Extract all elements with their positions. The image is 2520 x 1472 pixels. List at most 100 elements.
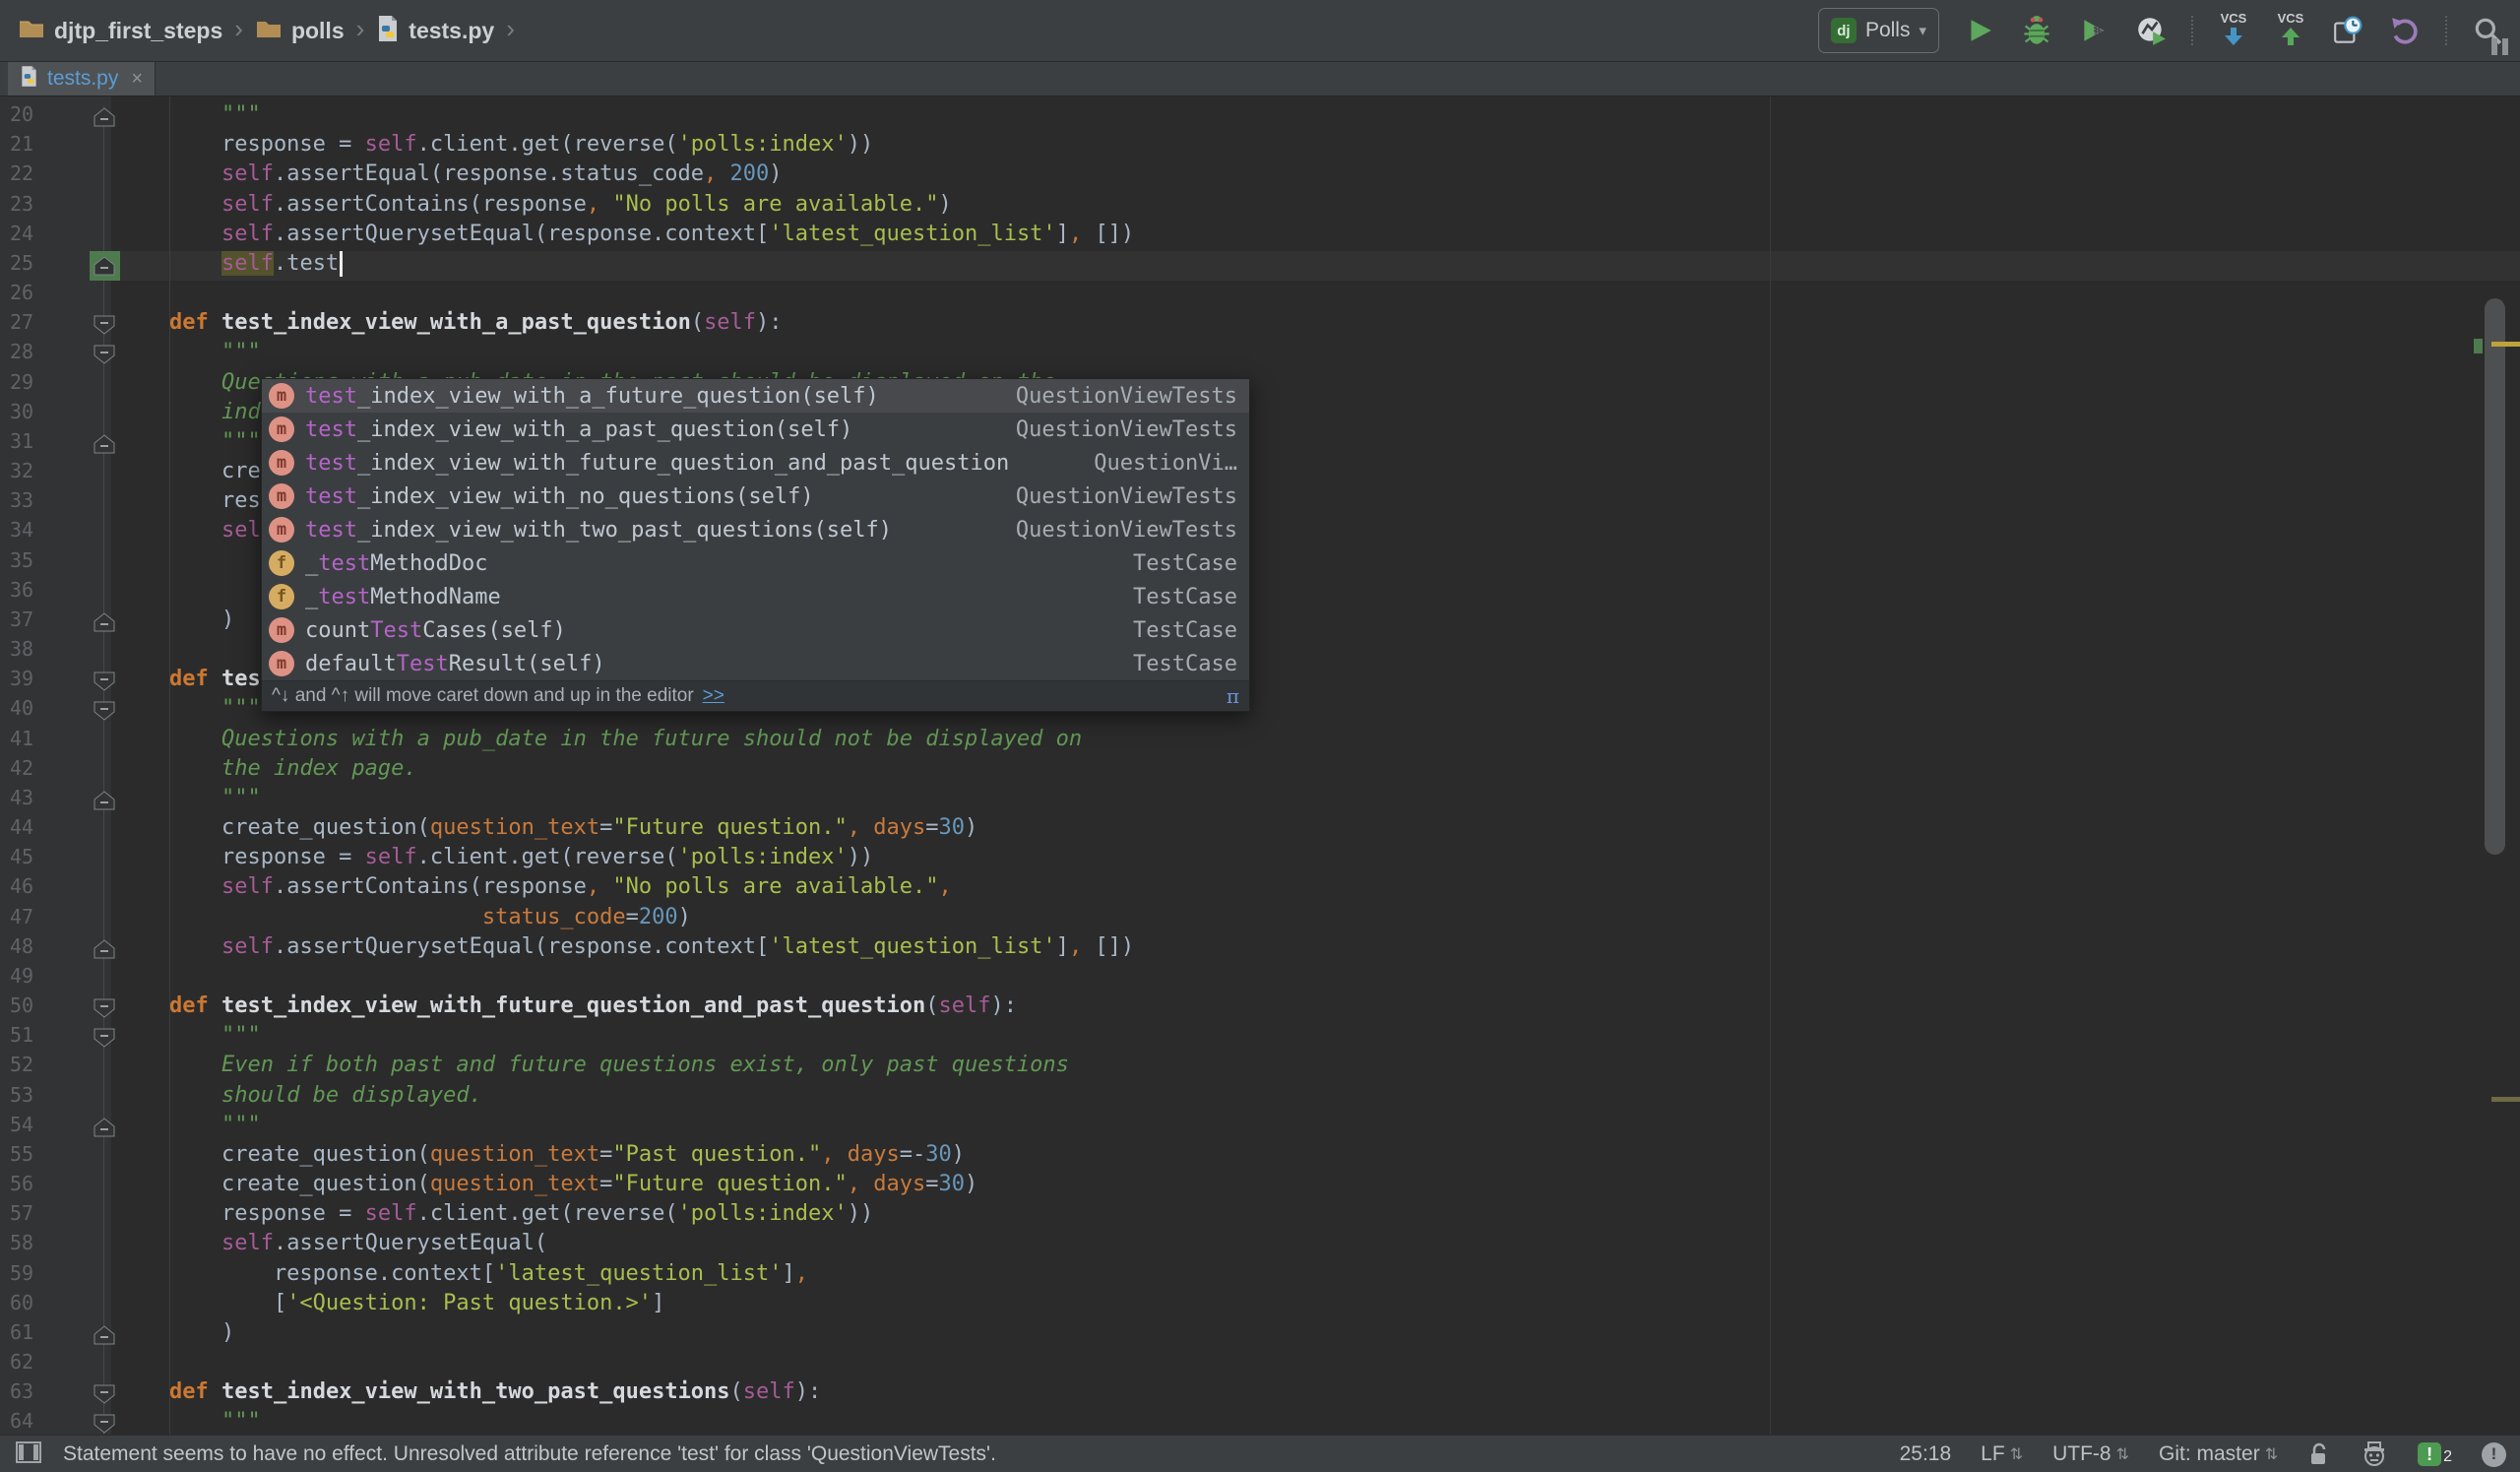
line-number[interactable]: 64: [10, 1409, 59, 1435]
line-number[interactable]: 22: [10, 161, 59, 191]
profiler-button[interactable]: [2134, 13, 2168, 48]
line-number[interactable]: 49: [10, 964, 59, 993]
debug-button[interactable]: [2020, 13, 2053, 48]
line-number[interactable]: 56: [10, 1172, 59, 1201]
event-log-icon[interactable]: !: [2482, 1441, 2506, 1467]
completion-item[interactable]: m test_index_view_with_a_past_question(se…: [262, 413, 1249, 446]
line-number[interactable]: 32: [10, 459, 59, 488]
line-number[interactable]: 23: [10, 192, 59, 222]
breadcrumb-project[interactable]: djtp_first_steps: [18, 17, 222, 45]
fold-marker[interactable]: [94, 107, 115, 127]
warning-stripe-mark[interactable]: [2491, 342, 2520, 347]
lock-icon[interactable]: [2307, 1441, 2331, 1467]
completion-item[interactable]: m test_index_view_with_future_question_an…: [262, 446, 1249, 480]
line-number[interactable]: 55: [10, 1142, 59, 1172]
run-button[interactable]: [1963, 13, 1996, 48]
line-number[interactable]: 43: [10, 786, 59, 815]
rollback-button[interactable]: [2388, 13, 2422, 48]
vcs-update-button[interactable]: VCS: [2217, 11, 2250, 48]
line-number[interactable]: 20: [10, 102, 59, 132]
line-number[interactable]: 52: [10, 1053, 59, 1082]
line-number[interactable]: 19: [10, 96, 59, 102]
line-number[interactable]: 61: [10, 1320, 59, 1350]
completion-more-link[interactable]: >>: [703, 685, 724, 707]
line-number[interactable]: 28: [10, 340, 59, 369]
git-branch-widget[interactable]: Git: master: [2159, 1442, 2278, 1466]
line-separator-widget[interactable]: LF: [1981, 1442, 2023, 1466]
fold-marker[interactable]: [94, 701, 115, 722]
line-number[interactable]: 46: [10, 874, 59, 904]
line-number[interactable]: 57: [10, 1201, 59, 1231]
completion-item[interactable]: m test_index_view_with_no_questions(self)…: [262, 480, 1249, 513]
line-number[interactable]: 31: [10, 429, 59, 459]
breadcrumb-file[interactable]: tests.py: [376, 15, 494, 47]
line-number[interactable]: 58: [10, 1231, 59, 1260]
error-stripe-toggle-icon[interactable]: [2491, 38, 2508, 55]
line-number[interactable]: 30: [10, 400, 59, 429]
line-number[interactable]: 50: [10, 993, 59, 1023]
completion-item[interactable]: m test_index_view_with_a_future_question(…: [262, 379, 1249, 413]
line-number[interactable]: 37: [10, 608, 59, 637]
line-number[interactable]: 62: [10, 1350, 59, 1379]
fold-marker[interactable]: [94, 672, 115, 691]
completion-item[interactable]: f _testMethodDoc TestCase: [262, 546, 1249, 580]
fold-marker[interactable]: [94, 1414, 115, 1435]
fold-marker[interactable]: [94, 345, 115, 364]
completion-item[interactable]: m countTestCases(self) TestCase: [262, 613, 1249, 647]
fold-marker[interactable]: [94, 1384, 115, 1404]
line-number[interactable]: 34: [10, 518, 59, 547]
fold-marker[interactable]: [94, 1118, 115, 1137]
completion-item[interactable]: m test_index_view_with_two_past_questions…: [262, 513, 1249, 546]
line-number[interactable]: 29: [10, 370, 59, 400]
run-configuration-select[interactable]: dj Polls ▾: [1817, 8, 1939, 53]
line-number[interactable]: 53: [10, 1083, 59, 1113]
vcs-commit-button[interactable]: VCS: [2274, 11, 2307, 48]
line-number[interactable]: 51: [10, 1023, 59, 1053]
line-number[interactable]: 63: [10, 1379, 59, 1409]
encoding-widget[interactable]: UTF-8: [2052, 1442, 2129, 1466]
line-number[interactable]: 35: [10, 548, 59, 578]
line-number[interactable]: 60: [10, 1291, 59, 1320]
run-with-coverage-button[interactable]: [2077, 13, 2110, 48]
line-number[interactable]: 40: [10, 696, 59, 726]
line-number[interactable]: 41: [10, 727, 59, 756]
line-number[interactable]: 47: [10, 905, 59, 934]
line-number[interactable]: 54: [10, 1113, 59, 1142]
line-number[interactable]: 25: [10, 251, 59, 281]
line-number[interactable]: 48: [10, 934, 59, 964]
fold-marker[interactable]: [94, 1325, 115, 1345]
fold-marker[interactable]: [94, 256, 115, 276]
fold-marker[interactable]: [94, 434, 115, 454]
close-icon[interactable]: ×: [131, 68, 143, 91]
recent-changes-button[interactable]: [2331, 13, 2364, 48]
line-number[interactable]: 38: [10, 637, 59, 667]
scrollbar-thumb[interactable]: [2485, 298, 2505, 855]
line-number[interactable]: 26: [10, 281, 59, 310]
caret-position-widget[interactable]: 25:18: [1900, 1442, 1952, 1466]
vcs-stripe-mark[interactable]: [2474, 339, 2483, 353]
line-number[interactable]: 27: [10, 310, 59, 340]
code-editor[interactable]: 1920212223242526272829303132333435363738…: [0, 96, 2520, 1435]
warning-stripe-mark[interactable]: [2491, 1097, 2520, 1102]
fold-marker[interactable]: [94, 315, 115, 335]
line-number[interactable]: 33: [10, 488, 59, 518]
fold-marker[interactable]: [94, 791, 115, 810]
completion-item[interactable]: m defaultTestResult(self) TestCase: [262, 647, 1249, 680]
notifications-widget[interactable]: ! 2: [2418, 1442, 2452, 1466]
line-number[interactable]: 59: [10, 1261, 59, 1291]
tab-tests-py[interactable]: tests.py ×: [8, 62, 157, 96]
gutter[interactable]: 1920212223242526272829303132333435363738…: [0, 96, 120, 1435]
line-number[interactable]: 21: [10, 132, 59, 161]
line-number[interactable]: 42: [10, 756, 59, 786]
fold-marker[interactable]: [94, 1028, 115, 1048]
breadcrumb-folder[interactable]: polls: [255, 17, 345, 45]
fold-marker[interactable]: [94, 939, 115, 959]
fold-marker[interactable]: [94, 612, 115, 632]
completion-item[interactable]: f _testMethodName TestCase: [262, 580, 1249, 613]
line-number[interactable]: 44: [10, 815, 59, 845]
fold-marker[interactable]: [94, 998, 115, 1018]
hector-inspector-icon[interactable]: [2361, 1440, 2388, 1468]
line-number[interactable]: 45: [10, 845, 59, 874]
line-number[interactable]: 24: [10, 222, 59, 251]
line-number[interactable]: 36: [10, 578, 59, 608]
